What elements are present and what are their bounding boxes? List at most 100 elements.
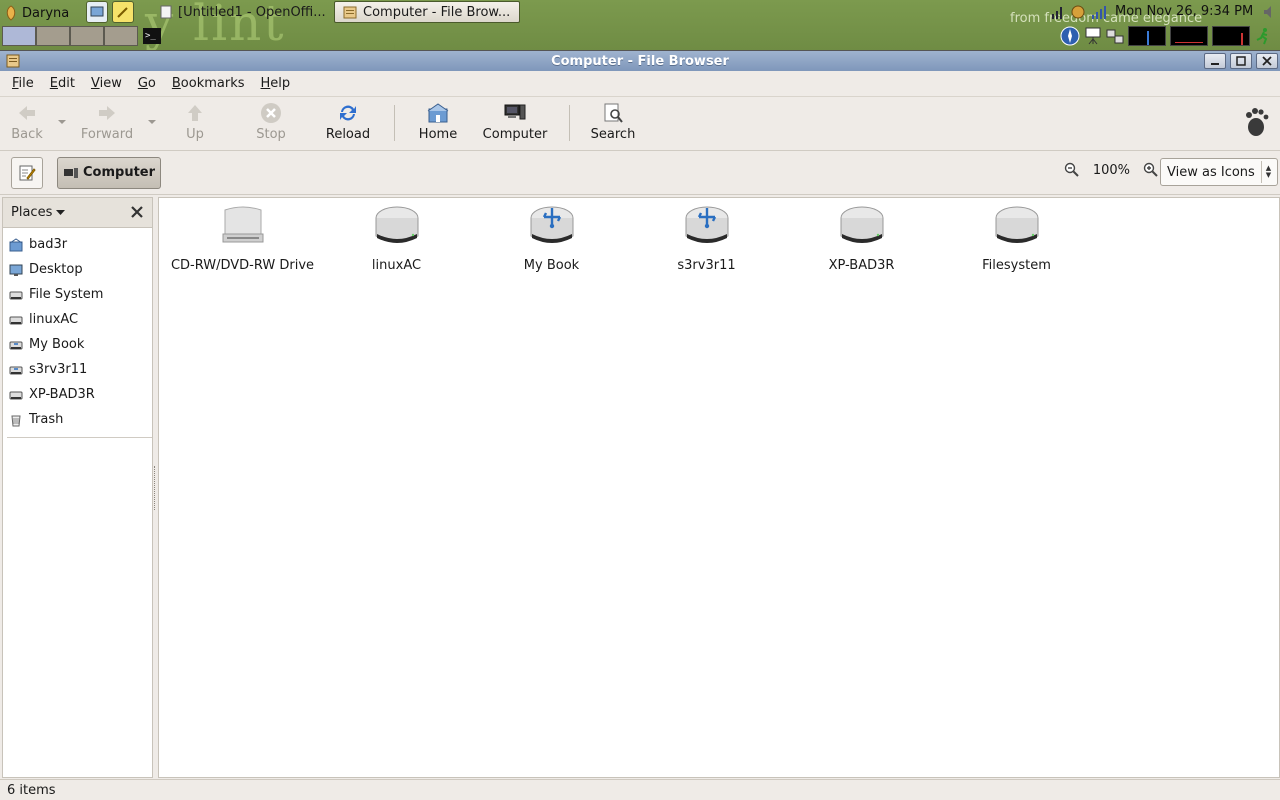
sidebar-item-bad3r[interactable]: bad3r — [3, 232, 152, 257]
home-button[interactable]: Home — [405, 101, 471, 147]
sidebar-item-s3rv3r11[interactable]: s3rv3r11 — [3, 357, 152, 382]
show-desktop-icon[interactable] — [86, 1, 108, 23]
network-monitor-icon[interactable] — [1106, 26, 1124, 46]
chevron-down-icon — [56, 209, 66, 215]
cpu-monitor[interactable] — [1128, 26, 1166, 46]
taskbar-file-browser-label: Computer - File Brow... — [363, 4, 511, 20]
sidebar-item-label: bad3r — [29, 237, 68, 252]
update-manager-icon[interactable] — [1070, 4, 1086, 20]
window-titlebar[interactable]: Computer - File Browser — [0, 51, 1280, 71]
close-sidebar-button[interactable] — [129, 204, 145, 220]
computer-button[interactable]: Computer — [471, 101, 559, 147]
search-button[interactable]: Search — [580, 101, 646, 147]
sidebar-item-linuxac[interactable]: linuxAC — [3, 307, 152, 332]
view-mode-select[interactable]: View as Icons ▲ ▼ — [1160, 158, 1278, 186]
taskbar-file-browser[interactable]: Computer - File Brow... — [334, 1, 520, 23]
sidebar-item-trash[interactable]: Trash — [3, 407, 152, 432]
chevron-down-icon — [58, 120, 66, 124]
menu-view[interactable]: View — [83, 76, 130, 91]
sidebar-item-file-system[interactable]: File System — [3, 282, 152, 307]
back-history-dropdown[interactable] — [54, 101, 70, 147]
view-mode-value: View as Icons — [1167, 164, 1255, 180]
menu-help-mnemonic: H — [260, 76, 271, 91]
menu-file[interactable]: File — [4, 76, 42, 91]
workspace-4[interactable] — [104, 26, 138, 46]
drive-xp-bad3r[interactable]: XP-BAD3R — [784, 204, 939, 273]
sidebar-item-xp-bad3r[interactable]: XP-BAD3R — [3, 382, 152, 407]
status-bar: 6 items — [0, 779, 1280, 800]
menu-help[interactable]: Help — [253, 76, 299, 91]
stop-button[interactable]: Stop — [230, 101, 312, 147]
breadcrumb-label: Computer — [83, 165, 156, 180]
reload-label: Reload — [325, 127, 371, 142]
sidebar-type-dropdown[interactable]: Places — [11, 205, 66, 220]
places-sidebar: Places bad3r Desktop File System linuxAC… — [2, 197, 153, 778]
close-icon — [1262, 56, 1272, 66]
menu-bookmarks-label: ookmarks — [180, 76, 245, 91]
drive-label: CD-RW/DVD-RW Drive — [170, 258, 315, 273]
icon-view[interactable]: CD-RW/DVD-RW Drive linuxAC My Book s3rv3… — [158, 197, 1280, 778]
compass-icon[interactable] — [1060, 26, 1080, 46]
memory-monitor[interactable] — [1170, 26, 1208, 46]
workspace-1[interactable] — [2, 26, 36, 46]
trash-icon — [9, 413, 23, 427]
workspace-switcher[interactable] — [2, 26, 138, 46]
taskbar-openoffice[interactable]: [Untitled1 - OpenOffi... — [152, 1, 334, 23]
reload-button[interactable]: Reload — [312, 101, 384, 147]
main-menu-button[interactable]: Daryna — [4, 2, 69, 24]
menu-edit[interactable]: Edit — [42, 76, 83, 91]
toggle-location-entry-button[interactable] — [11, 156, 43, 189]
zoom-in-icon — [1143, 162, 1158, 177]
menu-bookmarks-mnemonic: B — [171, 76, 181, 91]
drive-filesystem[interactable]: Filesystem — [939, 204, 1094, 273]
stop-label: Stop — [256, 127, 286, 142]
menu-view-label: iew — [99, 76, 122, 91]
sidebar-item-desktop[interactable]: Desktop — [3, 257, 152, 282]
breadcrumb-computer[interactable]: Computer — [57, 156, 162, 189]
zoom-out-button[interactable] — [1063, 161, 1081, 179]
drive-icon — [9, 313, 23, 327]
maximize-button[interactable] — [1230, 53, 1252, 69]
workspace-3[interactable] — [70, 26, 104, 46]
zoom-control: 100% — [1063, 161, 1160, 179]
network-load-monitor[interactable] — [1212, 26, 1250, 46]
panel-clock[interactable]: Mon Nov 26, 9:34 PM — [1115, 4, 1253, 19]
minimize-button[interactable] — [1204, 53, 1226, 69]
notes-launcher-icon[interactable] — [112, 1, 134, 23]
running-man-icon[interactable] — [1254, 26, 1272, 46]
back-button[interactable]: Back — [0, 101, 54, 147]
menu-edit-label: dit — [58, 76, 75, 91]
drive-linuxac[interactable]: linuxAC — [319, 204, 474, 273]
window-menu-icon[interactable] — [6, 54, 20, 68]
close-icon — [131, 206, 143, 218]
status-text: 6 items — [7, 783, 56, 798]
forward-history-dropdown[interactable] — [144, 101, 160, 147]
presentation-icon[interactable] — [1084, 26, 1102, 46]
up-button[interactable]: Up — [160, 101, 230, 147]
drive-s3rv3r11[interactable]: s3rv3r11 — [629, 204, 784, 273]
sidebar-item-label: My Book — [29, 337, 85, 352]
hard-drive-icon — [995, 206, 1038, 243]
menu-bookmarks[interactable]: Bookmarks — [164, 76, 253, 91]
network-icon[interactable] — [1050, 4, 1066, 20]
sidebar-item-my-book[interactable]: My Book — [3, 332, 152, 357]
sidebar-item-label: Desktop — [29, 262, 83, 277]
zoom-in-button[interactable] — [1142, 161, 1160, 179]
drive-my-book[interactable]: My Book — [474, 204, 629, 273]
drive-label: My Book — [523, 258, 580, 273]
up-label: Up — [186, 127, 204, 142]
sidebar-divider — [7, 437, 152, 438]
usb-drive-icon — [530, 206, 573, 243]
terminal-launcher-icon[interactable]: >_ — [143, 28, 161, 44]
forward-button[interactable]: Forward — [70, 101, 144, 147]
menu-go[interactable]: Go — [130, 76, 164, 91]
gnome-foot-icon — [1244, 107, 1270, 137]
zoom-level[interactable]: 100% — [1089, 163, 1134, 178]
usb-drive-icon — [685, 206, 728, 243]
wireless-signal-icon[interactable] — [1090, 4, 1106, 20]
forward-arrow-icon — [99, 106, 115, 120]
close-window-button[interactable] — [1256, 53, 1278, 69]
volume-icon[interactable] — [1262, 4, 1276, 24]
drive-cd-rw-dvd-rw[interactable]: CD-RW/DVD-RW Drive — [165, 204, 320, 273]
workspace-2[interactable] — [36, 26, 70, 46]
